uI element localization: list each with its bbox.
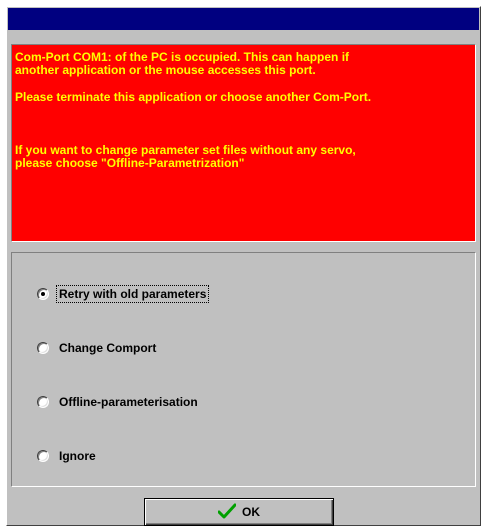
ok-button[interactable]: OK: [144, 498, 334, 526]
option-offline-label[interactable]: Offline-parameterisation: [57, 394, 200, 410]
error-message-panel: Com-Port COM1: of the PC is occupied. Th…: [11, 44, 476, 242]
option-ignore[interactable]: Ignore: [37, 447, 98, 465]
radio-retry[interactable]: [37, 288, 49, 300]
ok-button-label: OK: [242, 505, 260, 519]
option-ignore-label[interactable]: Ignore: [57, 448, 98, 464]
message-offline-hint: If you want to change parameter set file…: [15, 143, 356, 170]
option-change-comport-label[interactable]: Change Comport: [57, 340, 158, 356]
radio-offline[interactable]: [37, 396, 49, 408]
option-change-comport[interactable]: Change Comport: [37, 339, 158, 357]
message-terminate: Please terminate this application or cho…: [15, 90, 372, 104]
option-retry-label[interactable]: Retry with old parameters: [55, 285, 210, 303]
radio-change-comport[interactable]: [37, 342, 49, 354]
checkmark-icon: [217, 503, 242, 522]
dialog-window: Com-Port COM1: of the PC is occupied. Th…: [6, 6, 481, 526]
option-offline[interactable]: Offline-parameterisation: [37, 393, 200, 411]
options-group: Retry with old parameters Change Comport…: [11, 252, 476, 487]
title-bar[interactable]: [8, 8, 479, 30]
option-retry[interactable]: Retry with old parameters: [37, 285, 210, 303]
message-occupied: Com-Port COM1: of the PC is occupied. Th…: [15, 50, 350, 77]
radio-ignore[interactable]: [37, 450, 49, 462]
